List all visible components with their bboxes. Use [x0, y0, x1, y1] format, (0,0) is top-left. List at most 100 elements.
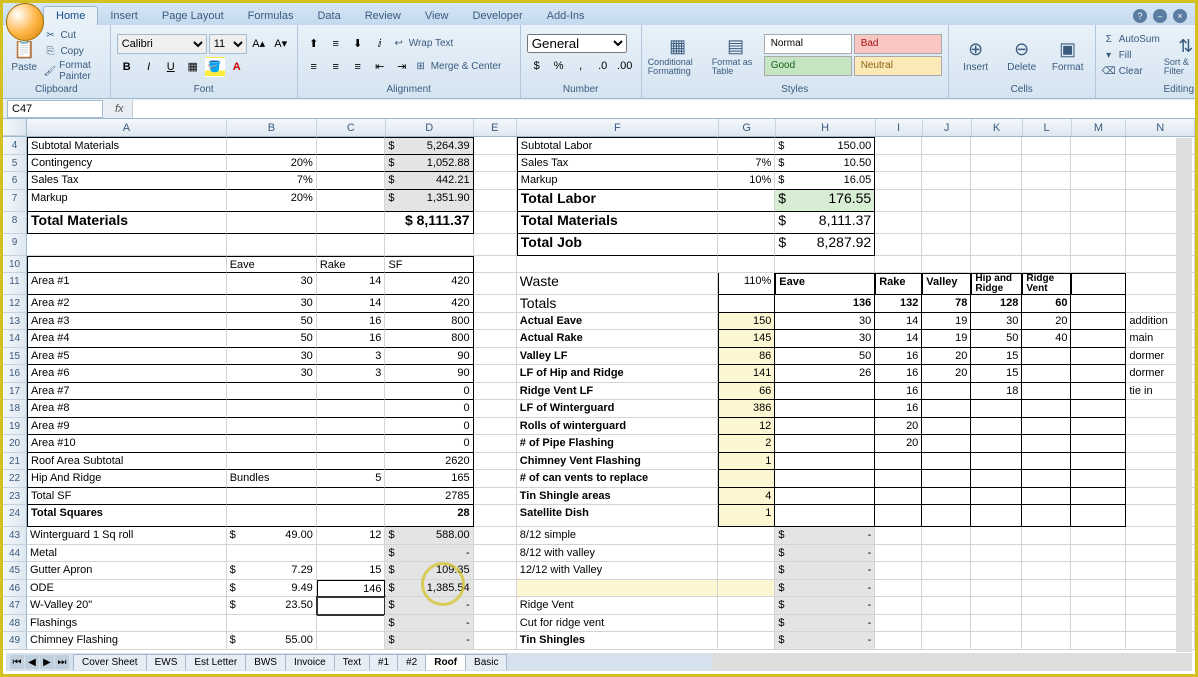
- cell-K12[interactable]: 128: [971, 295, 1022, 313]
- col-header[interactable]: B: [227, 119, 317, 136]
- cell-L8[interactable]: [1022, 212, 1071, 234]
- cell-C9[interactable]: [317, 234, 386, 256]
- cell-M19[interactable]: [1071, 418, 1126, 436]
- cell-I44[interactable]: [875, 545, 922, 563]
- cell-F44[interactable]: 8/12 with valley: [517, 545, 719, 563]
- cell-E14[interactable]: [474, 330, 517, 348]
- cell-M15[interactable]: [1071, 348, 1126, 366]
- cell-B23[interactable]: [227, 488, 317, 506]
- cell-E13[interactable]: [474, 313, 517, 331]
- tab-developer[interactable]: Developer: [460, 7, 534, 25]
- cell-E44[interactable]: [474, 545, 517, 563]
- cell-E11[interactable]: [474, 273, 517, 295]
- cell-I43[interactable]: [875, 527, 922, 545]
- cell-F5[interactable]: Sales Tax: [517, 155, 719, 173]
- cell-M20[interactable]: [1071, 435, 1126, 453]
- cell-H23[interactable]: [775, 488, 875, 506]
- next-sheet-button[interactable]: ▶: [40, 655, 54, 669]
- cell-J21[interactable]: [922, 453, 971, 471]
- cell-C45[interactable]: 15: [317, 562, 386, 580]
- cell-H7[interactable]: $176.55: [775, 190, 875, 212]
- cell-G5[interactable]: 7%: [718, 155, 775, 173]
- cell-J47[interactable]: [922, 597, 971, 615]
- cell-E18[interactable]: [474, 400, 517, 418]
- cell-H13[interactable]: 30: [775, 313, 875, 331]
- cell-H15[interactable]: 50: [775, 348, 875, 366]
- cell-M23[interactable]: [1071, 488, 1126, 506]
- cell-A11[interactable]: Area #1: [27, 273, 227, 295]
- cell-D12[interactable]: 420: [385, 295, 473, 313]
- cell-C21[interactable]: [317, 453, 386, 471]
- cell-L49[interactable]: [1022, 632, 1071, 650]
- align-center-button[interactable]: ≡: [326, 57, 346, 77]
- tab-home[interactable]: Home: [43, 6, 98, 25]
- align-right-button[interactable]: ≡: [348, 57, 368, 77]
- cell-H12[interactable]: 136: [775, 295, 875, 313]
- cell-H17[interactable]: [775, 383, 875, 401]
- cell-E20[interactable]: [474, 435, 517, 453]
- cell-I21[interactable]: [875, 453, 922, 471]
- increase-indent-button[interactable]: ⇥: [392, 57, 412, 77]
- sheet-tab-bws[interactable]: BWS: [245, 654, 286, 670]
- cell-G45[interactable]: [718, 562, 775, 580]
- cell-E19[interactable]: [474, 418, 517, 436]
- cell-G17[interactable]: 66: [718, 383, 775, 401]
- cell-J14[interactable]: 19: [922, 330, 971, 348]
- cell-C44[interactable]: [317, 545, 386, 563]
- cell-H16[interactable]: 26: [775, 365, 875, 383]
- cell-A23[interactable]: Total SF: [27, 488, 227, 506]
- cell-L23[interactable]: [1022, 488, 1071, 506]
- row-header[interactable]: 47: [3, 597, 27, 615]
- cell-F22[interactable]: # of can vents to replace: [517, 470, 719, 488]
- cell-A22[interactable]: Hip And Ridge: [27, 470, 227, 488]
- cell-G49[interactable]: [718, 632, 775, 650]
- cell-E46[interactable]: [474, 580, 517, 598]
- cell-M10[interactable]: [1071, 256, 1126, 274]
- cell-D15[interactable]: 90: [385, 348, 473, 366]
- cell-D8[interactable]: $ 8,111.37: [385, 212, 473, 234]
- cell-B47[interactable]: $23.50: [227, 597, 317, 615]
- style-neutral[interactable]: Neutral: [854, 56, 942, 76]
- cell-C19[interactable]: [317, 418, 386, 436]
- cell-J48[interactable]: [922, 615, 971, 633]
- cell-H10[interactable]: [775, 256, 875, 274]
- cell-G47[interactable]: [718, 597, 775, 615]
- cell-M14[interactable]: [1071, 330, 1126, 348]
- col-header[interactable]: I: [876, 119, 923, 136]
- cell-L7[interactable]: [1022, 190, 1071, 212]
- cell-J20[interactable]: [922, 435, 971, 453]
- cell-B45[interactable]: $7.29: [227, 562, 317, 580]
- cell-L20[interactable]: [1022, 435, 1071, 453]
- tab-addins[interactable]: Add-Ins: [535, 7, 597, 25]
- cell-A16[interactable]: Area #6: [27, 365, 227, 383]
- cell-L6[interactable]: [1022, 172, 1071, 190]
- cell-B6[interactable]: 7%: [227, 172, 317, 190]
- cell-G24[interactable]: 1: [718, 505, 775, 527]
- col-header[interactable]: N: [1126, 119, 1195, 136]
- cell-F14[interactable]: Actual Rake: [517, 330, 719, 348]
- cell-L16[interactable]: [1022, 365, 1071, 383]
- cell-E5[interactable]: [474, 155, 517, 173]
- cell-A13[interactable]: Area #3: [27, 313, 227, 331]
- sheet-tab-roof[interactable]: Roof: [425, 654, 466, 670]
- cell-H8[interactable]: $8,111.37: [775, 212, 875, 234]
- fx-icon[interactable]: fx: [107, 103, 132, 115]
- cell-D14[interactable]: 800: [385, 330, 473, 348]
- cell-I18[interactable]: 16: [875, 400, 922, 418]
- cell-B15[interactable]: 30: [227, 348, 317, 366]
- cell-D17[interactable]: 0: [385, 383, 473, 401]
- cell-M5[interactable]: [1071, 155, 1126, 173]
- cell-K9[interactable]: [971, 234, 1022, 256]
- cell-A17[interactable]: Area #7: [27, 383, 227, 401]
- cell-F11[interactable]: Waste: [517, 273, 719, 295]
- cell-I13[interactable]: 14: [875, 313, 922, 331]
- col-header[interactable]: M: [1072, 119, 1127, 136]
- cell-F49[interactable]: Tin Shingles: [517, 632, 719, 650]
- tab-page-layout[interactable]: Page Layout: [150, 7, 236, 25]
- cell-L12[interactable]: 60: [1022, 295, 1071, 313]
- cell-A9[interactable]: [27, 234, 227, 256]
- cell-B43[interactable]: $49.00: [227, 527, 317, 545]
- cell-I4[interactable]: [875, 137, 922, 155]
- grow-font-button[interactable]: A▴: [249, 34, 269, 54]
- copy-button[interactable]: ⎘Copy: [43, 44, 103, 58]
